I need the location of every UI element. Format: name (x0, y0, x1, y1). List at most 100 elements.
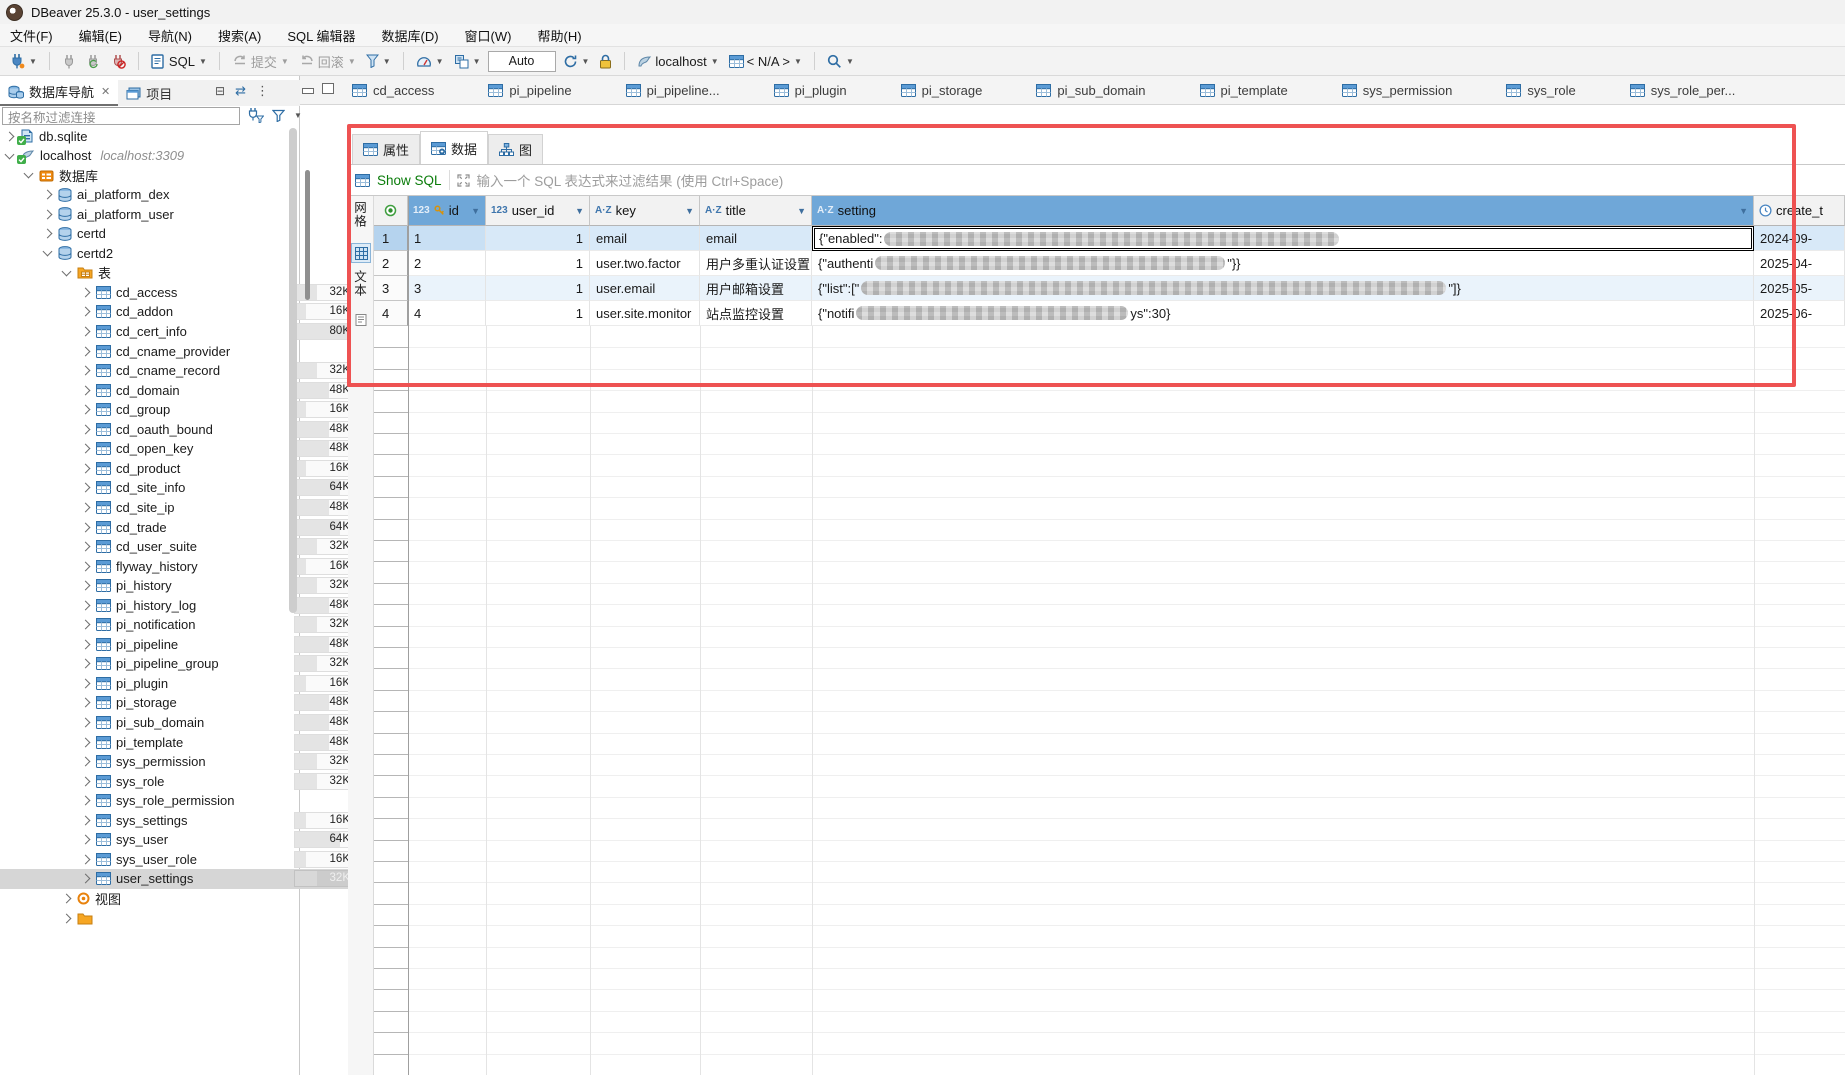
tree-item-sys_role[interactable]: sys_role32K (0, 771, 368, 791)
chevron-right-icon[interactable] (81, 776, 91, 786)
chevron-right-icon[interactable] (81, 698, 91, 708)
chevron-right-icon[interactable] (81, 757, 91, 767)
panel-scrollbar[interactable] (305, 170, 310, 300)
cell-key-row1[interactable]: email (590, 226, 700, 251)
transaction-mode-button[interactable]: ▼ (363, 52, 394, 70)
sidebar-scrollbar[interactable] (289, 128, 297, 613)
editor-tab-pi_storage[interactable]: pi_storage (887, 76, 1023, 104)
chevron-down-icon[interactable]: ▼ (846, 57, 854, 66)
cell-create_t-row2[interactable]: 2025-04- (1754, 251, 1845, 276)
cell-create_t-row4[interactable]: 2025-06- (1754, 301, 1845, 326)
filter-funnel-icon[interactable] (272, 109, 285, 122)
tree-item-cd_product[interactable]: cd_product16K (0, 458, 368, 478)
editor-tab-pi_pipeline[interactable]: pi_pipeline (474, 76, 611, 104)
cell-setting-row2[interactable]: {"authenti"}} (812, 251, 1754, 276)
editor-tab-cd_access[interactable]: cd_access (338, 76, 474, 104)
column-header-create_t[interactable]: create_t (1754, 196, 1845, 226)
chevron-right-icon[interactable] (81, 561, 91, 571)
chevron-down-icon[interactable]: ▼ (348, 57, 356, 66)
maximize-view-icon[interactable] (322, 83, 334, 94)
tree-item-sys_role_permission[interactable]: sys_role_permission (0, 791, 368, 811)
cell-id-row1[interactable]: 1 (408, 226, 486, 251)
chevron-right-icon[interactable] (81, 874, 91, 884)
connection-selector[interactable]: localhost▼ (634, 52, 721, 71)
cell-title-row2[interactable]: 用户多重认证设置 (700, 251, 812, 276)
tree-item-cd_site_ip[interactable]: cd_site_ip48K (0, 497, 368, 517)
cell-user_id-row4[interactable]: 1 (486, 301, 590, 326)
chevron-right-icon[interactable] (81, 639, 91, 649)
rollback-button[interactable]: 回滚▼ (296, 50, 359, 73)
tree-item-cd_addon[interactable]: cd_addon16K (0, 302, 368, 322)
chevron-down-icon[interactable]: ▼ (436, 57, 444, 66)
column-filter-icon[interactable]: ▼ (1739, 206, 1748, 216)
refresh-button[interactable]: ▼ (560, 52, 593, 71)
chevron-down-icon[interactable]: ▼ (281, 57, 289, 66)
column-header-title[interactable]: A·Ztitle▼ (700, 196, 812, 226)
tree-item-certd2[interactable]: certd2 (0, 243, 330, 263)
tree-item-cd_cname_provider[interactable]: cd_cname_provider (0, 341, 368, 361)
tree-item-sys_user_role[interactable]: sys_user_role16K (0, 849, 368, 869)
editor-tab-pi_plugin[interactable]: pi_plugin (760, 76, 887, 104)
menu-item-0[interactable]: 文件(F) (10, 26, 53, 45)
chevron-down-icon[interactable] (43, 247, 53, 257)
chevron-right-icon[interactable] (81, 463, 91, 473)
cell-setting-row3[interactable]: {"list":[""]} (812, 276, 1754, 301)
tree-item-cd_cname_record[interactable]: cd_cname_record32K (0, 361, 368, 381)
connect-button[interactable] (59, 52, 79, 71)
tree-item-cd_trade[interactable]: cd_trade64K (0, 517, 368, 537)
chevron-right-icon[interactable] (81, 346, 91, 356)
tree-item-cd_cert_info[interactable]: cd_cert_info80K (0, 322, 368, 342)
menu-item-5[interactable]: 数据库(D) (382, 26, 439, 45)
editor-tab-pi_sub_domain[interactable]: pi_sub_domain (1022, 76, 1185, 104)
tree-item-sys_settings[interactable]: sys_settings16K (0, 810, 368, 830)
tree-item-cd_access[interactable]: cd_access32K (0, 282, 368, 302)
tree-item-pi_template[interactable]: pi_template48K (0, 732, 368, 752)
tree-item-pi_notification[interactable]: pi_notification32K (0, 615, 368, 635)
chevron-down-icon[interactable]: ▼ (294, 111, 302, 120)
chevron-right-icon[interactable] (81, 385, 91, 395)
presentation-tab-grid[interactable]: 网格 (350, 201, 369, 228)
tree-item-ai_platform_dex[interactable]: ai_platform_dex (0, 185, 330, 205)
minimize-view-icon[interactable] (302, 88, 314, 94)
tree-item-sys_permission[interactable]: sys_permission32K (0, 752, 368, 772)
tree-item[interactable] (0, 908, 349, 928)
editor-tab-sys_role[interactable]: sys_role (1492, 76, 1615, 104)
chevron-right-icon[interactable] (81, 287, 91, 297)
column-header-setting[interactable]: A·Zsetting▼ (812, 196, 1754, 226)
grid-presentation-icon[interactable] (351, 243, 371, 263)
chevron-down-icon[interactable]: ▼ (582, 57, 590, 66)
chevron-down-icon[interactable]: ▼ (794, 57, 802, 66)
cell-title-row3[interactable]: 用户邮箱设置 (700, 276, 812, 301)
chevron-right-icon[interactable] (81, 424, 91, 434)
tree-item-pi_pipeline_group[interactable]: pi_pipeline_group32K (0, 654, 368, 674)
link-editor-icon[interactable]: ⇄ (235, 84, 246, 97)
tree-item-cd_open_key[interactable]: cd_open_key48K (0, 439, 368, 459)
show-sql-button[interactable]: Show SQL (377, 173, 442, 188)
tree-item-ai_platform_user[interactable]: ai_platform_user (0, 204, 330, 224)
chevron-down-icon[interactable] (5, 149, 15, 159)
chevron-right-icon[interactable] (81, 678, 91, 688)
cell-user_id-row2[interactable]: 1 (486, 251, 590, 276)
chevron-right-icon[interactable] (81, 483, 91, 493)
cell-title-row4[interactable]: 站点监控设置 (700, 301, 812, 326)
chevron-right-icon[interactable] (81, 835, 91, 845)
view-menu-icon[interactable]: ⋮ (256, 84, 269, 97)
chevron-down-icon[interactable]: ▼ (711, 57, 719, 66)
chevron-right-icon[interactable] (81, 815, 91, 825)
chevron-right-icon[interactable] (81, 581, 91, 591)
tree-item-[interactable]: 视图 (0, 888, 349, 908)
chevron-right-icon[interactable] (81, 502, 91, 512)
chevron-right-icon[interactable] (81, 444, 91, 454)
chevron-right-icon[interactable] (81, 854, 91, 864)
chevron-right-icon[interactable] (81, 327, 91, 337)
cell-user_id-row1[interactable]: 1 (486, 226, 590, 251)
row-header-2[interactable]: 2 (374, 251, 408, 276)
editor-tab-pi_pipeline[interactable]: pi_pipeline... (612, 76, 760, 104)
tree-item-user_settings[interactable]: user_settings32K (0, 869, 368, 889)
tree-item-pi_sub_domain[interactable]: pi_sub_domain48K (0, 713, 368, 733)
connect-filter-icon[interactable] (246, 107, 264, 123)
editor-tab-pi_template[interactable]: pi_template (1186, 76, 1328, 104)
cell-id-row3[interactable]: 3 (408, 276, 486, 301)
schema-selector[interactable]: < N/A >▼ (726, 52, 805, 71)
chevron-down-icon[interactable] (62, 266, 72, 276)
